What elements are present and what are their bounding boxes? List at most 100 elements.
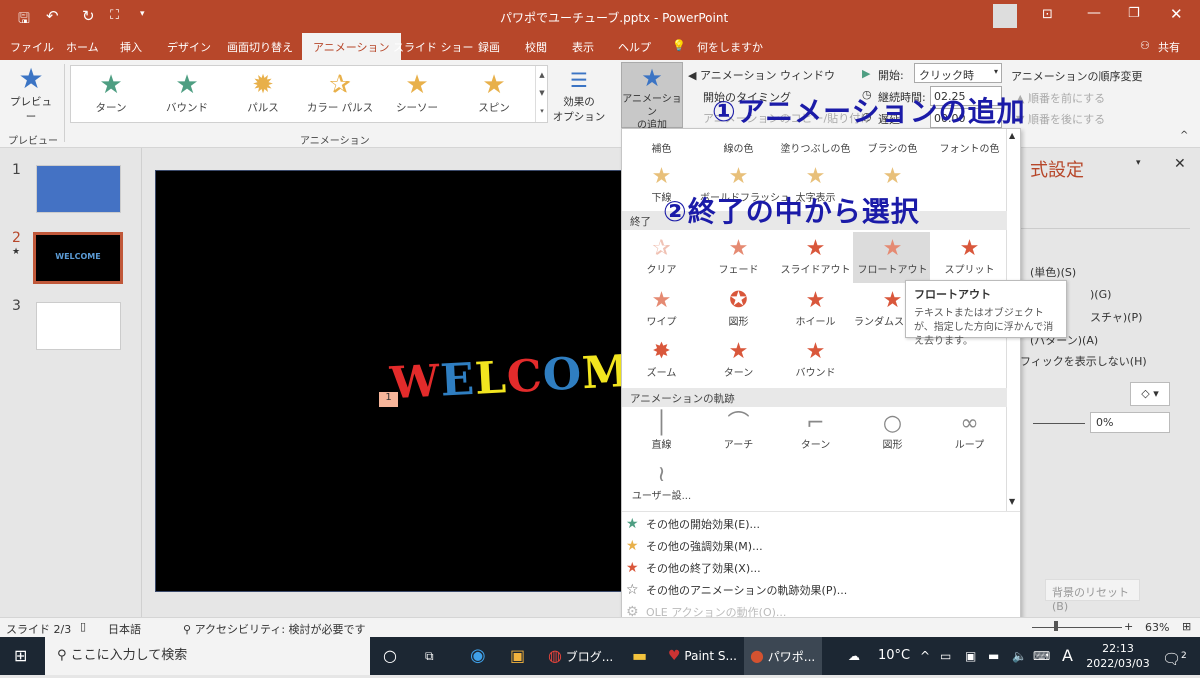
effect-complementary-color[interactable]: 補色	[623, 140, 700, 155]
collapse-ribbon-icon[interactable]: ^	[1180, 130, 1188, 141]
tell-me-input[interactable]: 何をしますか	[697, 39, 763, 55]
scroll-up-icon[interactable]: ▲	[1009, 131, 1015, 140]
volume-icon[interactable]: 🔈	[1012, 637, 1027, 675]
undo-icon[interactable]: ↶	[46, 7, 59, 25]
fill-color-button[interactable]: ◇ ▾	[1130, 382, 1170, 406]
slide-thumbnail-1[interactable]	[36, 165, 121, 213]
move-later-button[interactable]: ▼ 順番を後にする	[1016, 111, 1105, 127]
network-icon[interactable]: ▣	[965, 637, 976, 675]
ribbon-display-icon[interactable]: ⊡	[1042, 7, 1053, 22]
gallery-item-pulse[interactable]: ✹ パルス	[228, 70, 298, 115]
tab-help[interactable]: ヘルプ	[618, 39, 651, 55]
file-explorer-icon[interactable]: ▬	[632, 637, 647, 675]
gallery-item-color-pulse[interactable]: ✰ カラー パルス	[305, 70, 375, 115]
battery-icon[interactable]: ▬	[988, 637, 999, 675]
zoom-level[interactable]: 63%	[1145, 621, 1169, 634]
tab-file[interactable]: ファイル	[10, 39, 54, 55]
taskbar-app-powerpoint[interactable]: ● パワポ...	[744, 637, 822, 675]
share-button[interactable]: 共有	[1158, 39, 1180, 55]
exit-turn[interactable]: ★ ターン	[700, 340, 777, 380]
spellcheck-icon[interactable]: ▯	[80, 620, 86, 633]
exit-slide-out[interactable]: ★ スライドアウト	[777, 237, 854, 277]
more-entrance-effects[interactable]: ★ その他の開始効果(E)...	[626, 516, 760, 536]
gradient-fill-option[interactable]: )(G)	[1090, 288, 1111, 301]
solid-fill-option[interactable]: (単色)(S)	[1030, 264, 1076, 280]
transparency-input[interactable]: 0%	[1090, 412, 1170, 433]
effect-line-color[interactable]: 線の色	[700, 140, 777, 155]
cortana-icon[interactable]: ○	[383, 637, 397, 675]
tab-record[interactable]: 録画	[478, 39, 500, 55]
effect-fill-color[interactable]: 塗りつぶしの色	[777, 140, 854, 155]
hide-graphics-option[interactable]: フィックを表示しない(H)	[1020, 353, 1147, 369]
slide-thumbnail-2[interactable]: WELCOME	[33, 232, 123, 284]
minimize-icon[interactable]: —	[1087, 5, 1101, 21]
exit-fade[interactable]: ★ フェード	[700, 237, 777, 277]
weather-icon[interactable]: ☁	[848, 637, 860, 675]
tab-slideshow[interactable]: スライド ショー	[393, 39, 474, 55]
weather-temp[interactable]: 10°C	[878, 637, 910, 675]
path-arcs[interactable]: ⌒ アーチ	[700, 412, 777, 452]
effect-font-color[interactable]: フォントの色	[931, 140, 1008, 155]
reset-background-button[interactable]: 背景のリセット(B)	[1045, 579, 1140, 613]
zoom-slider-thumb[interactable]	[1054, 621, 1058, 631]
animation-pane-button[interactable]: ◀ アニメーション ウィンドウ	[688, 67, 835, 83]
path-turns[interactable]: ⌐ ターン	[777, 412, 854, 452]
exit-split[interactable]: ★ スプリット	[931, 237, 1008, 277]
tab-view[interactable]: 表示	[572, 39, 594, 55]
exit-float-out[interactable]: ★ フロートアウト	[854, 237, 931, 277]
redo-icon[interactable]: ↻	[82, 7, 95, 25]
more-motion-paths[interactable]: ☆ その他のアニメーションの軌跡効果(P)...	[626, 582, 847, 602]
pane-options-icon[interactable]: ▾	[1136, 158, 1141, 168]
tab-transitions[interactable]: 画面切り替え	[227, 39, 293, 55]
meet-icon[interactable]: ▭	[940, 637, 951, 675]
path-shapes[interactable]: ○ 図形	[854, 412, 931, 452]
effect-options-button[interactable]: ☰ 効果の オプション	[550, 66, 608, 124]
qat-more-icon[interactable]: ▾	[140, 9, 145, 19]
save-icon[interactable]: 🖫	[18, 8, 30, 32]
exit-zoom[interactable]: ✸ ズーム	[623, 340, 700, 380]
path-custom[interactable]: ≀ ユーザー設...	[623, 463, 700, 503]
effect-brush-color[interactable]: ブラシの色	[854, 140, 931, 155]
store-icon[interactable]: ▣	[510, 637, 525, 675]
windows-start-icon[interactable]: ⊞	[14, 637, 27, 675]
taskbar-search[interactable]: ⚲ ここに入力して検索	[45, 637, 370, 675]
clock[interactable]: 22:13 2022/03/03	[1082, 637, 1154, 675]
tab-home[interactable]: ホーム	[66, 39, 99, 55]
task-view-icon[interactable]: ⧉	[425, 637, 434, 675]
gallery-item-bounce[interactable]: ★ バウンド	[152, 70, 222, 115]
zoom-in-icon[interactable]: +	[1124, 620, 1133, 633]
fit-slide-icon[interactable]: ⊞	[1182, 620, 1191, 633]
pane-close-icon[interactable]: ✕	[1174, 156, 1186, 172]
exit-bounce[interactable]: ★ バウンド	[777, 340, 854, 380]
picture-fill-option[interactable]: スチャ)(P)	[1090, 309, 1142, 325]
language-indicator[interactable]: 日本語	[108, 621, 141, 637]
gallery-item-teeter[interactable]: ★ シーソー	[382, 70, 452, 115]
show-hidden-icons[interactable]: ^	[920, 637, 930, 675]
restore-icon[interactable]: ❐	[1128, 6, 1140, 21]
tab-insert[interactable]: 挿入	[120, 39, 142, 55]
preview-button[interactable]: ★ プレビュー	[5, 64, 57, 124]
slide-thumbnail-3[interactable]	[36, 302, 121, 350]
notification-icon[interactable]: 🗨2	[1162, 637, 1187, 675]
exit-wheel[interactable]: ★ ホイール	[777, 289, 854, 329]
present-icon[interactable]: ⛶	[110, 8, 119, 23]
keyboard-icon[interactable]: ⌨	[1033, 637, 1050, 675]
tab-design[interactable]: デザイン	[167, 39, 211, 55]
move-earlier-button[interactable]: ▲ 順番を前にする	[1016, 90, 1105, 106]
path-loops[interactable]: ∞ ループ	[931, 412, 1008, 452]
tab-review[interactable]: 校閲	[525, 39, 547, 55]
taskbar-app-paintshop[interactable]: ♥ Paint S...	[668, 637, 737, 675]
gallery-item-turn[interactable]: ★ ターン	[76, 70, 146, 115]
avatar[interactable]	[993, 4, 1017, 28]
tab-animations[interactable]: アニメーション	[302, 33, 401, 60]
zoom-slider[interactable]	[1032, 627, 1122, 628]
edge-icon[interactable]: ◉	[470, 637, 486, 675]
taskbar-app-chrome[interactable]: ◍ ブログ...	[548, 637, 613, 675]
accessibility-button[interactable]: ⚲ アクセシビリティ: 検討が必要です	[183, 621, 366, 637]
gallery-scroll[interactable]: ▲ ▼ ▾	[535, 66, 548, 122]
scroll-down-icon[interactable]: ▼	[1009, 497, 1015, 506]
transparency-slider[interactable]	[1033, 423, 1085, 424]
more-emphasis-effects[interactable]: ★ その他の強調効果(M)...	[626, 538, 763, 558]
exit-wipe[interactable]: ★ ワイプ	[623, 289, 700, 329]
effect-wave[interactable]: ★	[854, 165, 931, 189]
